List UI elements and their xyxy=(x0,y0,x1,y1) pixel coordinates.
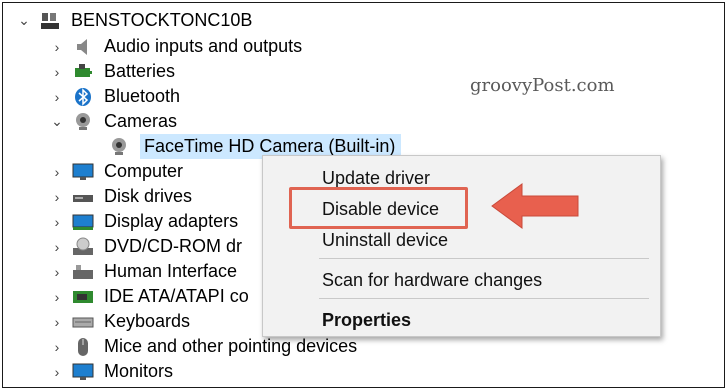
tree-item-label: Bluetooth xyxy=(104,86,181,106)
chevron-right-icon[interactable]: › xyxy=(48,289,66,305)
monitor-icon xyxy=(72,161,94,183)
webcam-icon xyxy=(108,136,130,158)
ide-icon xyxy=(72,286,94,308)
tree-item-hid[interactable]: › Human Interface xyxy=(48,259,237,284)
pointer-arrow-icon xyxy=(491,183,579,229)
tree-item-label: Audio inputs and outputs xyxy=(104,36,303,56)
computer-icon xyxy=(39,10,61,32)
tree-item-cameras[interactable]: ⌄ Cameras xyxy=(48,109,177,134)
chevron-right-icon[interactable]: › xyxy=(48,39,66,55)
tree-item-label: Batteries xyxy=(104,61,176,81)
chevron-right-icon[interactable]: › xyxy=(48,239,66,255)
tree-item-batteries[interactable]: › Batteries xyxy=(48,59,175,84)
chevron-right-icon[interactable]: › xyxy=(48,214,66,230)
mouse-icon xyxy=(72,336,94,358)
chevron-right-icon[interactable]: › xyxy=(48,314,66,330)
tree-item-display-adapters[interactable]: › Display adapters xyxy=(48,209,238,234)
speaker-icon xyxy=(72,36,94,58)
tree-item-monitors[interactable]: › Monitors xyxy=(48,359,173,384)
tree-item-label: Display adapters xyxy=(104,211,239,231)
tree-item-label: Cameras xyxy=(104,111,178,131)
tree-item-label: IDE ATA/ATAPI co xyxy=(104,286,249,306)
chevron-right-icon[interactable]: › xyxy=(48,189,66,205)
menu-item-uninstall-device[interactable]: Uninstall device xyxy=(322,230,448,251)
tree-item-label: DVD/CD-ROM dr xyxy=(104,236,242,256)
chevron-right-icon[interactable]: › xyxy=(48,264,66,280)
tree-item-audio[interactable]: › Audio inputs and outputs xyxy=(48,34,303,59)
hid-icon xyxy=(72,261,94,283)
menu-separator xyxy=(319,298,649,299)
highlight-box xyxy=(289,187,468,229)
tree-item-label: Disk drives xyxy=(104,186,193,206)
chevron-right-icon[interactable]: › xyxy=(48,89,66,105)
tree-item-computer[interactable]: › Computer xyxy=(48,159,183,184)
chevron-right-icon[interactable]: › xyxy=(48,64,66,80)
tree-item-label: Human Interface xyxy=(104,261,238,281)
context-menu: Update driver Disable device Uninstall d… xyxy=(262,155,661,337)
menu-item-scan-hardware[interactable]: Scan for hardware changes xyxy=(322,270,542,291)
chevron-right-icon[interactable]: › xyxy=(48,339,66,355)
tree-item-disk-drives[interactable]: › Disk drives xyxy=(48,184,192,209)
menu-separator xyxy=(319,258,649,259)
menu-item-update-driver[interactable]: Update driver xyxy=(322,168,430,189)
watermark: groovyPost.com xyxy=(470,75,615,96)
tree-item-keyboards[interactable]: › Keyboards xyxy=(48,309,190,334)
tree-item-ide[interactable]: › IDE ATA/ATAPI co xyxy=(48,284,249,309)
dvd-icon xyxy=(72,236,94,258)
chevron-down-icon[interactable]: ⌄ xyxy=(48,113,66,130)
menu-item-properties[interactable]: Properties xyxy=(322,310,411,331)
keyboard-icon xyxy=(72,311,94,333)
disk-drive-icon xyxy=(72,186,94,208)
tree-item-dvd[interactable]: › DVD/CD-ROM dr xyxy=(48,234,242,259)
battery-icon xyxy=(72,61,94,83)
chevron-down-icon[interactable]: ⌄ xyxy=(15,12,33,29)
bluetooth-icon xyxy=(72,86,94,108)
tree-item-label: Monitors xyxy=(104,361,174,381)
tree-item-bluetooth[interactable]: › Bluetooth xyxy=(48,84,180,109)
chevron-right-icon[interactable]: › xyxy=(48,364,66,380)
tree-item-label: Keyboards xyxy=(104,311,191,331)
display-adapter-icon xyxy=(72,211,94,233)
tree-item-label: Computer xyxy=(104,161,184,181)
device-label: FaceTime HD Camera (Built-in) xyxy=(144,136,396,156)
root-label: BENSTOCKTONC10B xyxy=(71,10,253,30)
tree-item-mice[interactable]: › Mice and other pointing devices xyxy=(48,334,358,359)
monitor-icon xyxy=(72,361,94,383)
tree-item-label: Mice and other pointing devices xyxy=(104,336,358,356)
tree-root[interactable]: ⌄ BENSTOCKTONC10B xyxy=(15,8,252,33)
camera-icon xyxy=(72,111,94,133)
chevron-right-icon[interactable]: › xyxy=(48,164,66,180)
